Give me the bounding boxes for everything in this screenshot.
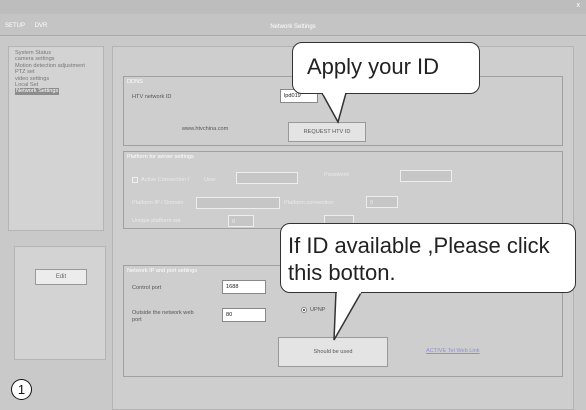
callout-tail-joins	[323, 91, 361, 294]
